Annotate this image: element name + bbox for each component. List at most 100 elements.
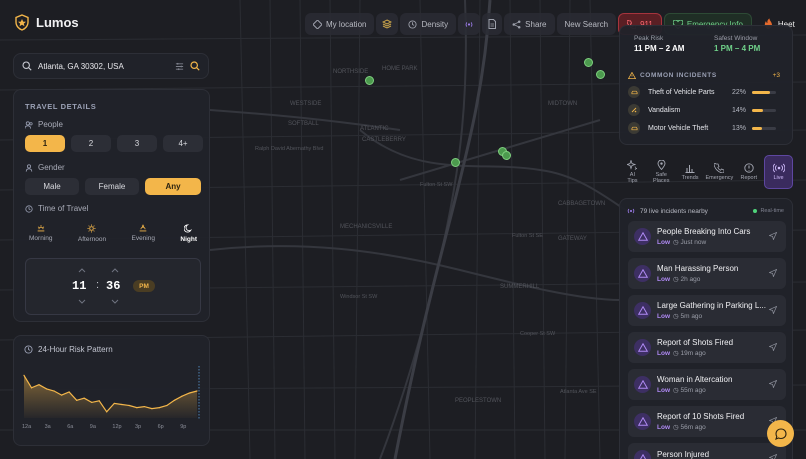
map-label: GATEWAY: [558, 236, 587, 242]
travel-details-title: TRAVEL DETAILS: [25, 102, 97, 111]
people-option-1[interactable]: 1: [25, 135, 65, 152]
incident-card[interactable]: Man Harassing Person Low ◷ 2h ago: [628, 258, 786, 289]
risk-point: [68, 391, 70, 393]
incident-card[interactable]: Large Gathering in Parking L... Low ◷ 5m a…: [628, 295, 786, 326]
share-icon: [512, 20, 521, 28]
density-button[interactable]: Density: [400, 13, 457, 35]
incident-card[interactable]: Person InjuredLow: [628, 443, 786, 459]
gender-option-female[interactable]: Female: [85, 178, 139, 195]
tab-report[interactable]: Report: [735, 155, 762, 189]
map-label: Windsor St SW: [340, 294, 378, 300]
incident-marker[interactable]: [584, 58, 593, 67]
search-icon: [22, 61, 32, 71]
minute-down-chevron-icon[interactable]: [111, 299, 119, 304]
incident-card[interactable]: Report of Shots Fired Low ◷ 19m ago: [628, 332, 786, 363]
incident-meta: Low ◷ 56m ago: [657, 423, 769, 431]
hour-up-chevron-icon[interactable]: [78, 268, 86, 273]
incident-time: 2h ago: [680, 276, 701, 283]
ampm-toggle[interactable]: PM: [133, 280, 155, 292]
warning-icon: [634, 339, 651, 356]
risk-point: [128, 404, 130, 407]
time-option-evening[interactable]: Evening: [131, 224, 155, 243]
navigate-icon[interactable]: [769, 380, 777, 388]
hour-down-chevron-icon[interactable]: [78, 299, 86, 304]
chat-button[interactable]: [767, 420, 794, 447]
incident-type-bar-fill: [752, 108, 764, 112]
risk-point: [30, 387, 33, 389]
realtime-label: Real-time: [760, 208, 784, 214]
risk-point: [113, 402, 115, 405]
risk-point: [91, 401, 93, 403]
share-label: Share: [525, 19, 547, 29]
incident-type-bar-fill: [752, 90, 770, 94]
gender-option-any[interactable]: Any: [145, 178, 201, 195]
incident-card[interactable]: Woman in Altercation Low ◷ 55m ago: [628, 369, 786, 400]
risk-point: [83, 397, 85, 399]
navigate-icon[interactable]: [769, 232, 777, 240]
severity-badge: Low: [657, 239, 670, 246]
risk-area-chart[interactable]: [20, 362, 205, 432]
incident-meta: Low ◷ 5m ago: [657, 312, 769, 320]
incident-type-row[interactable]: Vandalism 14%: [628, 104, 776, 116]
time-of-travel-label: Time of Travel: [38, 204, 89, 213]
incident-type-row[interactable]: Theft of Vehicle Parts 22%: [628, 86, 776, 98]
incident-type-bar-fill: [752, 126, 763, 130]
layers-button[interactable]: [376, 13, 399, 35]
time-option-night[interactable]: Night: [180, 224, 197, 243]
map-label: Fulton St SE: [512, 233, 543, 239]
risk-point: [158, 407, 160, 409]
search-submit-icon[interactable]: [190, 61, 200, 71]
incident-card[interactable]: People Breaking Into Cars Low ◷ Just now: [628, 221, 786, 252]
incident-marker[interactable]: [365, 76, 374, 85]
incident-marker[interactable]: [596, 70, 605, 79]
tab-label: Safe Places: [652, 172, 670, 184]
new-search-button[interactable]: New Search: [556, 13, 617, 35]
navigate-icon[interactable]: [769, 343, 777, 351]
map-label: NORTHSIDE: [333, 69, 368, 75]
people-option-2[interactable]: 2: [71, 135, 111, 152]
my-location-button[interactable]: My location: [305, 13, 375, 35]
people-option-4plus[interactable]: 4+: [163, 135, 203, 152]
map-label: CASTLEBERRY: [362, 137, 406, 143]
hour-value[interactable]: 11: [72, 279, 86, 293]
navigate-icon[interactable]: [769, 454, 777, 459]
share-button[interactable]: Share: [504, 13, 555, 35]
time-option-morning[interactable]: Morning: [29, 224, 52, 243]
live-toggle-button[interactable]: [458, 13, 481, 35]
location-search[interactable]: Atlanta, GA 30302, USA: [13, 53, 209, 79]
incident-marker[interactable]: [451, 158, 460, 167]
incident-type-row[interactable]: Motor Vehicle Theft 13%: [628, 122, 776, 134]
risk-point: [188, 392, 191, 394]
tab-emergency[interactable]: Emergency: [705, 155, 733, 189]
navigate-icon[interactable]: [769, 306, 777, 314]
app-logo[interactable]: Lumos: [14, 14, 79, 31]
document-button[interactable]: [482, 13, 503, 35]
map-label: PEOPLESTOWN: [455, 398, 501, 404]
risk-point: [143, 405, 145, 408]
tab-live[interactable]: Live: [764, 155, 793, 189]
minute-up-chevron-icon[interactable]: [111, 268, 119, 273]
filter-icon[interactable]: [175, 62, 184, 71]
incident-type-label: Theft of Vehicle Parts: [648, 88, 715, 96]
people-option-3[interactable]: 3: [117, 135, 157, 152]
map-label: Ralph David Abernathy Blvd: [255, 146, 323, 152]
incident-title: Large Gathering in Parking L...: [657, 301, 766, 310]
person-icon: [25, 163, 33, 172]
tab-ai-tips[interactable]: AI Tips: [619, 155, 646, 189]
minute-value[interactable]: 36: [106, 279, 120, 293]
search-input[interactable]: Atlanta, GA 30302, USA: [38, 62, 169, 71]
tab-trends[interactable]: Trends: [677, 155, 704, 189]
travel-details-panel: TRAVEL DETAILS People 1 2 3 4+ Gender Ma…: [13, 89, 210, 322]
tab-safe-places[interactable]: Safe Places: [648, 155, 675, 189]
tab-label: AI Tips: [627, 172, 638, 184]
gender-selector: Male Female Any: [25, 178, 201, 195]
incident-marker[interactable]: [502, 151, 511, 160]
time-option-afternoon[interactable]: Afternoon: [78, 224, 106, 243]
phone-icon: [714, 163, 725, 173]
more-incidents-count[interactable]: +3: [773, 72, 780, 79]
navigate-icon[interactable]: [769, 269, 777, 277]
gender-option-male[interactable]: Male: [25, 178, 79, 195]
incident-card[interactable]: Report of 10 Shots Fired Low ◷ 56m ago: [628, 406, 786, 437]
incident-meta: Low ◷ Just now: [657, 238, 769, 246]
risk-x-tick-label: 3p: [135, 424, 142, 430]
